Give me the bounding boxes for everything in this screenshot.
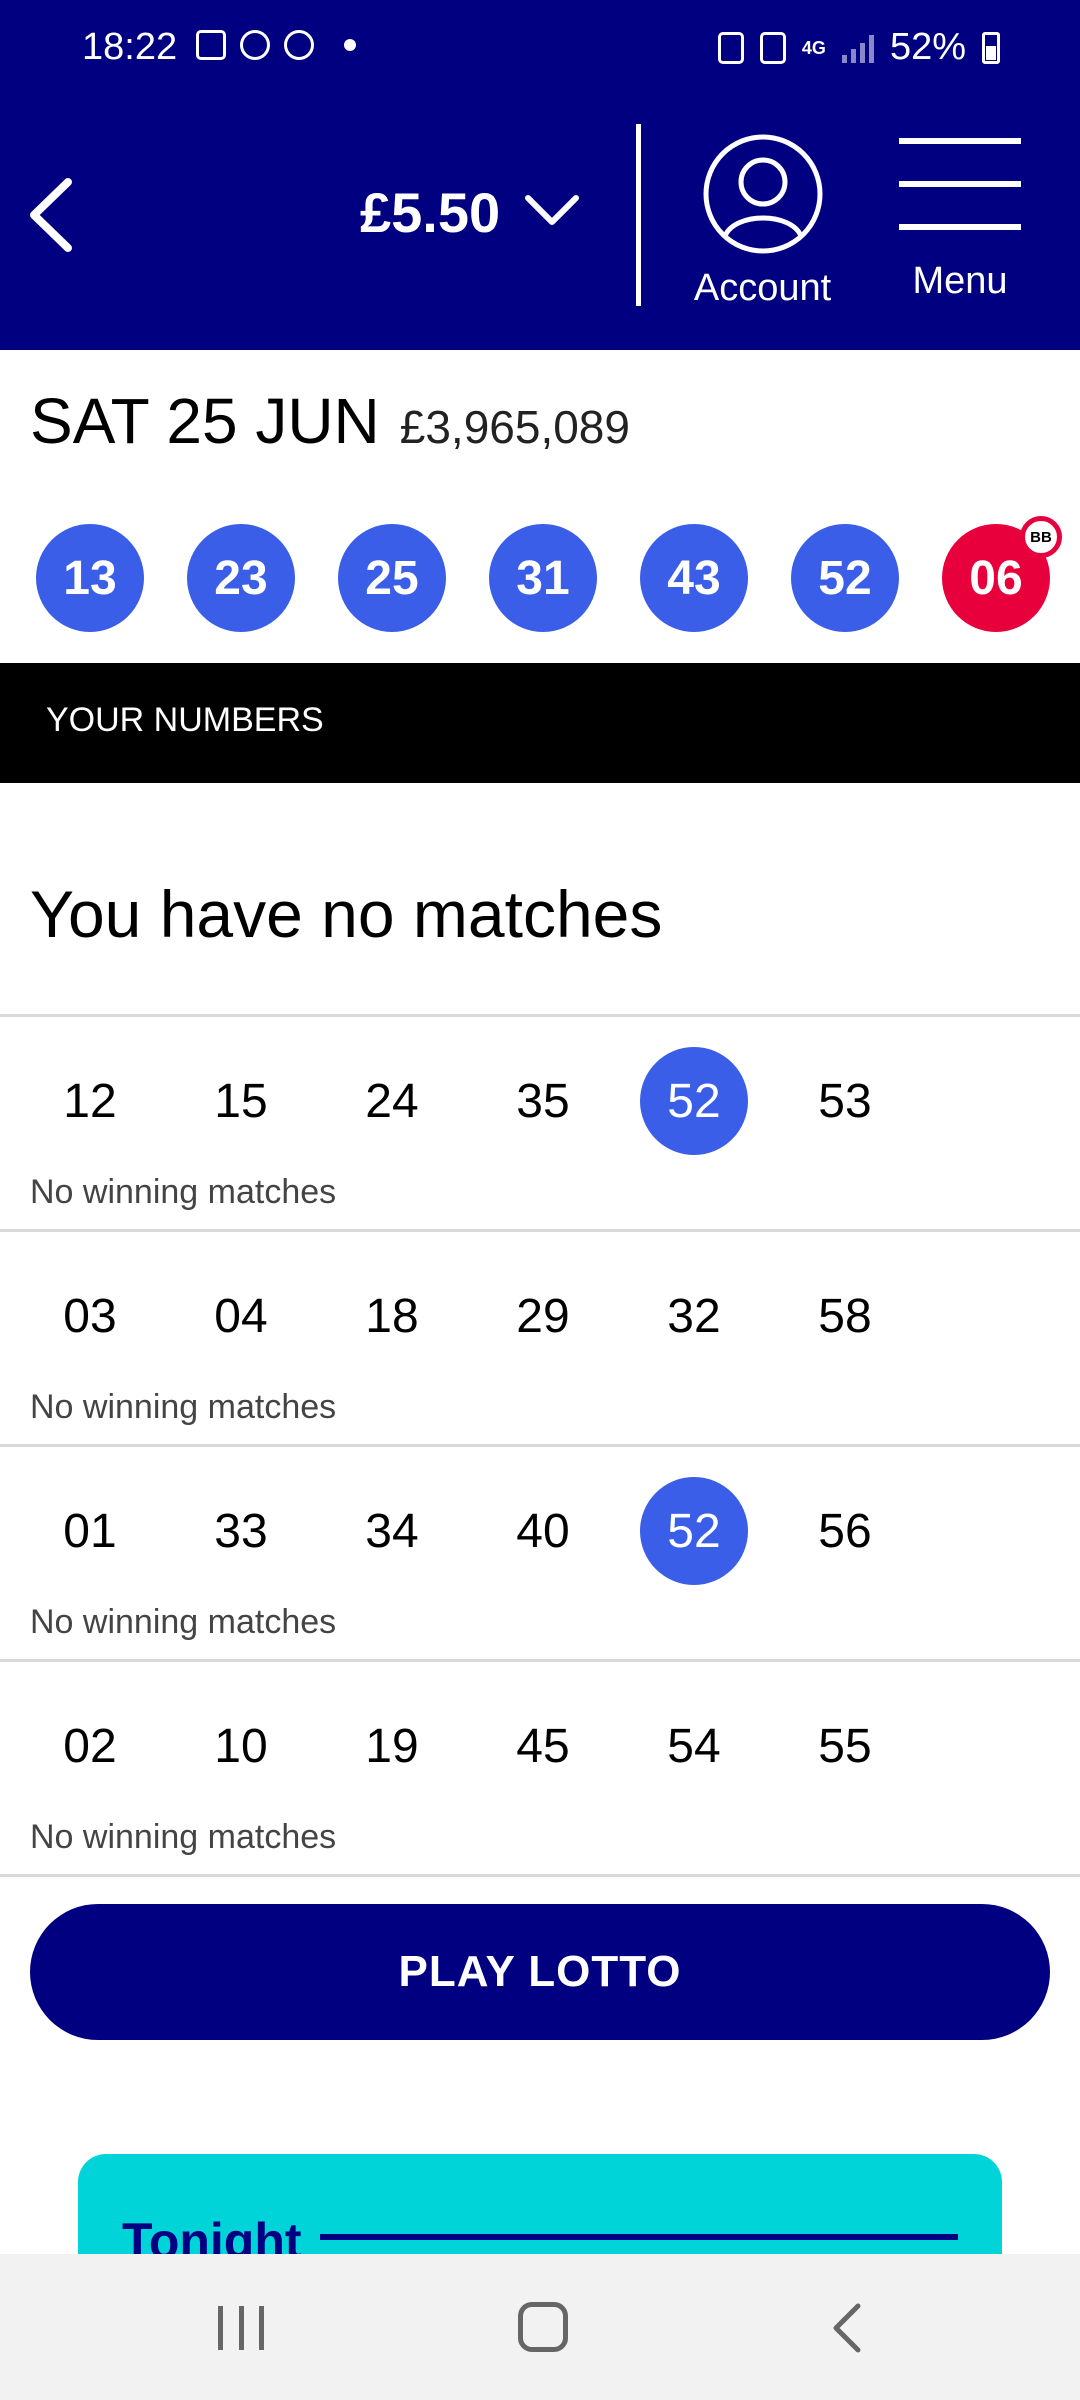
results-page: 18:22 4G 52% £5.50 Account Menu SAT 25 J…: [0, 0, 1080, 2400]
drawn-ball: 52: [791, 524, 899, 632]
nfc-icon: [759, 31, 786, 64]
home-button[interactable]: [518, 2302, 568, 2352]
divider: [0, 1874, 1080, 1877]
status-bar: 18:22 4G 52%: [0, 0, 1080, 100]
line-status: No winning matches: [30, 1603, 337, 1641]
account-label: Account: [693, 267, 832, 309]
network-type-icon: 4G: [801, 37, 826, 58]
app-header: £5.50 Account Menu: [0, 100, 1080, 350]
matched-number: 52: [640, 1477, 748, 1585]
ticket-number: 45: [516, 1719, 570, 1773]
drawn-ball: 31: [489, 524, 597, 632]
section-title: YOUR NUMBERS: [46, 701, 324, 739]
ticket-line: 01 33 34 40 52 56 No winning matches: [0, 1444, 1080, 1659]
play-lotto-button[interactable]: PLAY LOTTO: [30, 1904, 1050, 2040]
hamburger-icon: [899, 138, 1021, 230]
ticket-number: 03: [63, 1289, 117, 1343]
gallery-icon: [196, 30, 226, 60]
signal-strength-icon: [841, 33, 874, 63]
balance-dropdown[interactable]: £5.50: [360, 180, 582, 245]
ticket-number: 54: [667, 1719, 721, 1773]
draw-jackpot: £3,965,089: [399, 401, 630, 453]
draw-title: SAT 25 JUN £3,965,089: [30, 384, 630, 458]
status-time: 18:22: [82, 26, 178, 68]
ticket-number: 55: [818, 1719, 872, 1773]
ticket-line: 12 15 24 35 52 53 No winning matches: [0, 1014, 1080, 1229]
ticket-number: 10: [214, 1719, 268, 1773]
drawn-ball: 23: [187, 524, 295, 632]
app-notification-icon: [240, 30, 270, 60]
back-chevron-icon: [833, 2303, 861, 2353]
ticket-number: 29: [516, 1289, 570, 1343]
ticket-number: 34: [365, 1504, 419, 1558]
matched-number: 52: [640, 1047, 748, 1155]
draw-date: SAT 25 JUN: [30, 385, 380, 457]
ticket-line: 03 04 18 29 32 58 No winning matches: [0, 1229, 1080, 1444]
recent-apps-button[interactable]: [218, 2306, 264, 2350]
ticket-number: 53: [818, 1074, 872, 1128]
drawn-ball: 13: [36, 524, 144, 632]
section-header: YOUR NUMBERS: [0, 663, 1080, 783]
ticket-number: 12: [63, 1074, 117, 1128]
line-status: No winning matches: [30, 1818, 337, 1856]
ticket-number: 32: [667, 1289, 721, 1343]
ticket-number: 01: [63, 1504, 117, 1558]
result-heading: You have no matches: [30, 877, 663, 951]
ticket-number: 35: [516, 1074, 570, 1128]
ticket-number: 15: [214, 1074, 268, 1128]
bonus-ball-badge: BB: [1020, 516, 1062, 558]
ticket-number: 19: [365, 1719, 419, 1773]
battery-icon: [982, 31, 1000, 64]
ticket-number: 24: [365, 1074, 419, 1128]
battery-percentage: 52%: [889, 26, 966, 68]
ticket-number: 58: [818, 1289, 872, 1343]
battery-saver-icon: [717, 31, 744, 64]
ticket-number: 40: [516, 1504, 570, 1558]
accessibility-icon: [284, 30, 314, 60]
promo-divider: [320, 2234, 958, 2240]
ticket-number: 56: [818, 1504, 872, 1558]
menu-button[interactable]: Menu: [885, 138, 1035, 318]
system-icons: 4G 52%: [717, 26, 1000, 69]
back-button[interactable]: [20, 170, 100, 260]
balance-amount: £5.50: [360, 181, 501, 244]
ticket-number: 04: [214, 1289, 268, 1343]
line-status: No winning matches: [30, 1388, 337, 1426]
ticket-number: 02: [63, 1719, 117, 1773]
ticket-number: 33: [214, 1504, 268, 1558]
notification-icons: [196, 30, 356, 60]
more-notifications-icon: [344, 39, 356, 51]
back-arrow-icon: [30, 178, 72, 252]
header-divider: [636, 124, 641, 306]
line-status: No winning matches: [30, 1173, 337, 1211]
ticket-line: 02 10 19 45 54 55 No winning matches: [0, 1659, 1080, 1874]
ticket-number: 18: [365, 1289, 419, 1343]
system-nav-bar: [0, 2254, 1080, 2400]
drawn-ball: 25: [338, 524, 446, 632]
chevron-down-icon: [522, 190, 582, 235]
account-icon: [703, 134, 822, 254]
account-button[interactable]: Account: [680, 132, 845, 312]
system-back-button[interactable]: [826, 2302, 866, 2354]
menu-label: Menu: [912, 260, 1008, 302]
drawn-ball: 43: [640, 524, 748, 632]
